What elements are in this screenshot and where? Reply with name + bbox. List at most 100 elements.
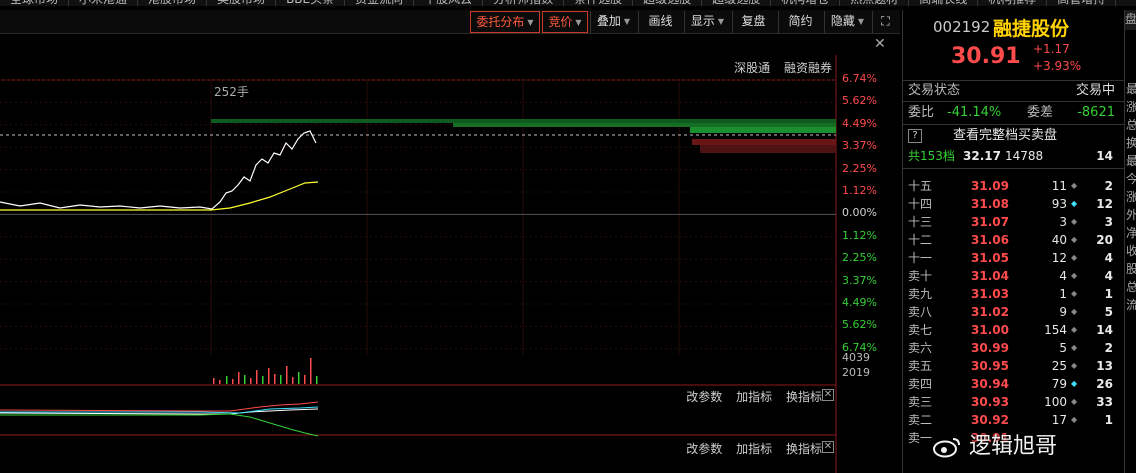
volume-bar: [213, 378, 215, 384]
orderbook-row[interactable]: 十四 31.08 93 ◆ 12: [903, 195, 1125, 213]
top-menu-item[interactable]: 全球市场: [0, 0, 70, 6]
depth-bar-buy: [211, 119, 836, 123]
volume-bar: [262, 376, 264, 384]
volume-tick-high: 4039: [842, 351, 870, 364]
change-param-button[interactable]: 改参数: [686, 442, 722, 456]
hk-connect-link[interactable]: 深股通: [734, 61, 770, 75]
orderbook-count: 2: [1104, 341, 1113, 355]
auction-button[interactable]: 竞价 ▼: [542, 11, 588, 33]
top-menu-item[interactable]: 热点题材: [840, 0, 910, 6]
change-param-button[interactable]: 改参数: [686, 390, 722, 404]
orderbook-marker-icon: ◆: [1071, 235, 1078, 244]
orderbook-row[interactable]: 卖六 30.99 5 ◆ 2: [903, 339, 1125, 357]
side-label: 流: [1126, 296, 1136, 314]
top-menu-item[interactable]: 高端长线: [909, 0, 979, 6]
orderbook-marker-icon: ◆: [1071, 199, 1078, 208]
entrust-label: 委托分布: [476, 15, 525, 29]
top-menu-item[interactable]: 资金流向: [345, 0, 415, 6]
y-tick-label: 2.25%: [842, 161, 877, 175]
close-indicator-icon[interactable]: ✕: [822, 441, 834, 453]
draw-line-button[interactable]: 画线: [638, 11, 682, 33]
side-label: 净: [1126, 224, 1136, 242]
orderbook-row[interactable]: 卖四 30.94 79 ◆ 26: [903, 375, 1125, 393]
orderbook-level: 卖四: [908, 377, 933, 391]
top-menu-item[interactable]: 港股市场: [138, 0, 208, 6]
dropdown-arrow-icon: ▼: [527, 17, 534, 27]
orderbook-marker-icon: ◆: [1071, 379, 1078, 388]
orderbook-row[interactable]: 卖九 31.03 1 ◆ 1: [903, 285, 1125, 303]
full-book-row[interactable]: ? 查看完整档买卖盘: [903, 127, 1125, 145]
volume-bar: [280, 375, 282, 384]
orderbook-price: 30.95: [971, 359, 1009, 373]
full-book-link[interactable]: 查看完整档买卖盘: [953, 127, 1057, 145]
volume-bar: [250, 378, 252, 384]
top-menu-item[interactable]: 小米港通: [69, 0, 139, 6]
orderbook-row[interactable]: 卖十 31.04 4 ◆ 4: [903, 267, 1125, 285]
volume-marker-label: 252手: [214, 85, 249, 99]
orderbook-marker-icon: ◆: [1071, 325, 1078, 334]
orderbook-price: 31.00: [971, 323, 1009, 337]
close-chart-icon[interactable]: ✕: [874, 36, 886, 52]
top-menu-item[interactable]: 超级选股: [702, 0, 772, 6]
top-menu-item[interactable]: 机构推荐: [978, 0, 1048, 6]
quote-panel: 002192 融捷股份 30.91 +1.17 +3.93% 交易状态 交易中 …: [902, 10, 1125, 473]
orderbook-count: 12: [1096, 197, 1113, 211]
close-indicator-icon[interactable]: ✕: [822, 389, 834, 401]
top-menu-item[interactable]: 超级选股: [633, 0, 703, 6]
orderbook-level: 卖一: [908, 431, 933, 445]
help-icon[interactable]: ?: [908, 129, 922, 143]
orderbook-row[interactable]: 卖五 30.95 25 ◆ 13: [903, 357, 1125, 375]
switch-indicator-button[interactable]: 换指标: [786, 442, 822, 456]
y-tick-label: 4.49%: [842, 296, 877, 309]
add-indicator-button[interactable]: 加指标: [736, 390, 772, 404]
orderbook-volume: 154: [1044, 323, 1067, 337]
switch-indicator-button[interactable]: 换指标: [786, 390, 822, 404]
order-diff-value: -8621: [1077, 105, 1115, 120]
top-menu-item[interactable]: 分析师指数: [483, 0, 565, 6]
orderbook-row[interactable]: 十三 31.07 3 ◆ 3: [903, 213, 1125, 231]
top-menu-item[interactable]: 千股风云: [414, 0, 484, 6]
stock-name[interactable]: 融捷股份: [993, 14, 1069, 41]
orderbook-volume: 9: [1059, 305, 1067, 319]
side-label: 总: [1126, 116, 1136, 134]
orderbook-row[interactable]: 十五 31.09 11 ◆ 2: [903, 177, 1125, 195]
top-menu-item[interactable]: 美股市场: [207, 0, 277, 6]
add-indicator-button[interactable]: 加指标: [736, 442, 772, 456]
simple-button[interactable]: 简约: [778, 11, 822, 33]
trade-status-row: 交易状态 交易中: [903, 82, 1125, 100]
orderbook-marker-icon: ◆: [1071, 397, 1078, 406]
y-tick-label: 3.37%: [842, 139, 877, 153]
orderbook-row[interactable]: 卖二 30.92 17 ◆ 1: [903, 411, 1125, 429]
orderbook-volume: 79: [1051, 377, 1067, 391]
margin-trading-link[interactable]: 融资融券: [784, 61, 832, 75]
overlay-button[interactable]: 叠加 ▼: [590, 11, 636, 33]
orderbook-volume: 3: [1059, 215, 1067, 229]
y-tick-label: 1.12%: [842, 184, 877, 197]
replay-button[interactable]: 复盘: [732, 11, 774, 33]
orderbook-row[interactable]: 卖三 30.93 100 ◆ 33: [903, 393, 1125, 411]
top-menu-item[interactable]: BBE头条: [276, 0, 346, 6]
top-menu-item[interactable]: 高管增持: [1047, 0, 1117, 6]
hide-label: 隐藏: [830, 14, 855, 28]
hide-button[interactable]: 隐藏 ▼: [824, 11, 870, 33]
orderbook-level: 卖六: [908, 341, 933, 355]
display-button[interactable]: 显示 ▼: [684, 11, 730, 33]
orderbook-row[interactable]: 十一 31.05 12 ◆ 4: [903, 249, 1125, 267]
tab-orderbook[interactable]: 盘: [1125, 10, 1136, 30]
volume-bar: [286, 366, 288, 384]
trade-status-label: 交易状态: [908, 83, 961, 98]
volume-bar: [298, 372, 300, 384]
fullscreen-icon[interactable]: ⛶: [872, 11, 898, 33]
depth-bar-sell: [692, 139, 836, 145]
orderbook-row[interactable]: 卖七 31.00 154 ◆ 14: [903, 321, 1125, 339]
orderbook-row[interactable]: 卖八 31.02 9 ◆ 5: [903, 303, 1125, 321]
orderbook-row[interactable]: 十二 31.06 40 ◆ 20: [903, 231, 1125, 249]
orderbook-marker-icon: ◆: [1071, 253, 1078, 262]
top-menu-item[interactable]: 机构增仓: [771, 0, 841, 6]
orderbook-volume: 12: [1051, 251, 1067, 265]
overlay-label: 叠加: [596, 14, 621, 28]
entrust-distribution-button[interactable]: 委托分布 ▼: [470, 11, 540, 33]
orderbook-volume: 4: [1059, 269, 1067, 283]
top-menu-item[interactable]: 条件选股: [564, 0, 634, 6]
orderbook-price: 31.05: [971, 251, 1009, 265]
